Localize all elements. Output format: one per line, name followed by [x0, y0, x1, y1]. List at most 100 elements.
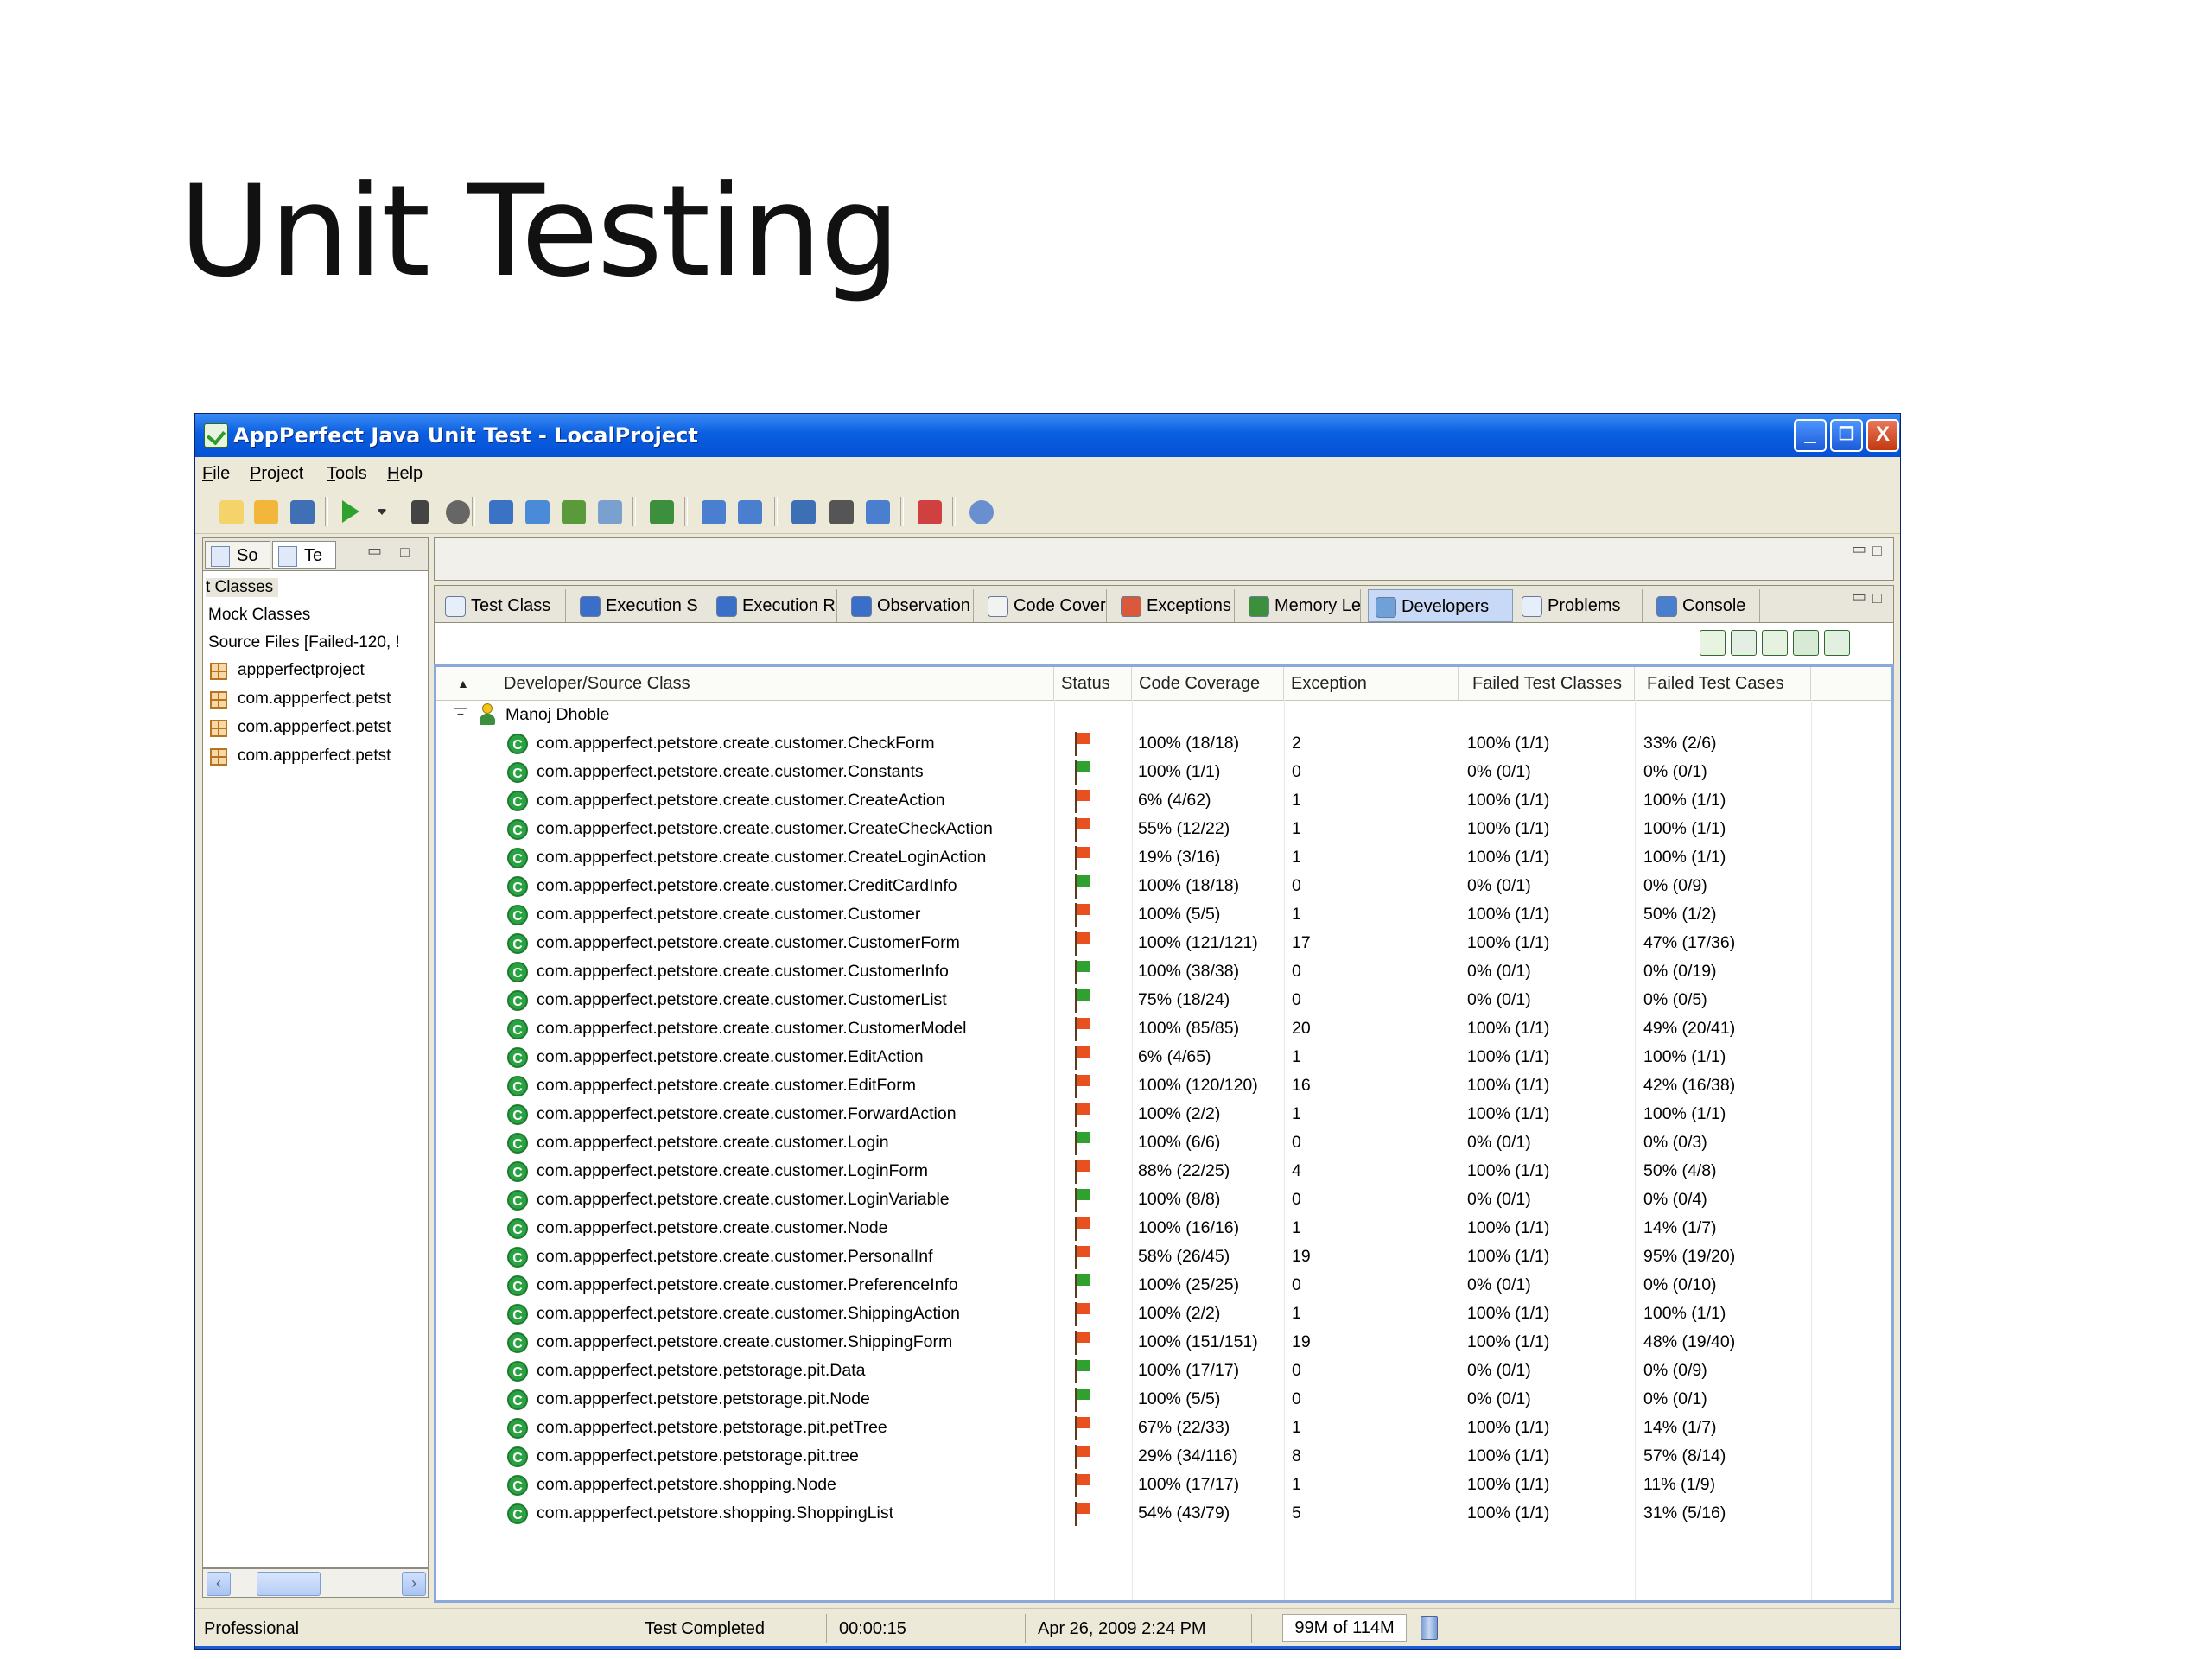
table-row[interactable]: Ccom.appperfect.petstore.create.customer…: [436, 843, 1891, 872]
table-row[interactable]: Ccom.appperfect.petstore.create.customer…: [436, 1128, 1891, 1157]
column-header-failed-test-cases[interactable]: Failed Test Cases: [1635, 667, 1811, 700]
table-row[interactable]: Ccom.appperfect.petstore.petstorage.pit.…: [436, 1385, 1891, 1414]
table-row[interactable]: Ccom.appperfect.petstore.petstorage.pit.…: [436, 1357, 1891, 1385]
run-icon[interactable]: [342, 500, 359, 523]
column-header-failed-test-classes[interactable]: Failed Test Classes: [1459, 667, 1635, 700]
window-icon[interactable]: [738, 500, 762, 524]
column-header-status[interactable]: Status: [1054, 667, 1132, 700]
table-row[interactable]: Ccom.appperfect.petstore.create.customer…: [436, 1014, 1891, 1043]
tree-item-source-files[interactable]: Source Files [Failed-120, !: [208, 633, 400, 652]
horizontal-scrollbar[interactable]: ‹ ›: [202, 1568, 429, 1598]
export-pdf-icon[interactable]: [1731, 630, 1757, 656]
maximize-view-icon[interactable]: □: [1872, 542, 1882, 560]
table-row[interactable]: Ccom.appperfect.petstore.create.customer…: [436, 900, 1891, 929]
table-row[interactable]: Ccom.appperfect.petstore.create.customer…: [436, 1243, 1891, 1271]
tab-console[interactable]: Console: [1649, 589, 1760, 622]
close-button[interactable]: X: [1866, 419, 1899, 452]
open-icon[interactable]: [254, 500, 278, 524]
scroll-thumb[interactable]: [257, 1572, 321, 1596]
column-header-developer[interactable]: ▲ Developer/Source Class: [436, 667, 1054, 700]
menu-file[interactable]: File: [202, 464, 230, 484]
class-icon: C: [507, 1475, 528, 1496]
monitor-icon[interactable]: [791, 500, 816, 524]
save-icon[interactable]: [290, 500, 315, 524]
stop-icon[interactable]: [411, 500, 429, 524]
compare-icon[interactable]: [598, 500, 622, 524]
tree-item-mock-classes[interactable]: Mock Classes: [208, 606, 310, 625]
table-row[interactable]: Ccom.appperfect.petstore.create.customer…: [436, 1300, 1891, 1328]
table-row[interactable]: Ccom.appperfect.petstore.create.customer…: [436, 1214, 1891, 1243]
scroll-right-icon[interactable]: ›: [402, 1572, 426, 1596]
table-row[interactable]: Ccom.appperfect.petstore.shopping.Node 10…: [436, 1471, 1891, 1499]
new-icon[interactable]: [219, 500, 244, 524]
bug-icon[interactable]: [830, 500, 854, 524]
garbage-collect-icon[interactable]: [1421, 1616, 1438, 1640]
report-icon[interactable]: [866, 500, 890, 524]
table-row[interactable]: Ccom.appperfect.petstore.create.customer…: [436, 957, 1891, 986]
table-row[interactable]: Ccom.appperfect.petstore.create.customer…: [436, 1328, 1891, 1357]
table-row[interactable]: Ccom.appperfect.petstore.create.customer…: [436, 1271, 1891, 1300]
help-icon[interactable]: [969, 500, 994, 524]
column-header-coverage[interactable]: Code Coverage: [1132, 667, 1284, 700]
tree-item-test-classes[interactable]: t Classes: [206, 578, 279, 597]
table-row[interactable]: Ccom.appperfect.petstore.create.customer…: [436, 786, 1891, 815]
maximize-view-icon[interactable]: □: [1872, 589, 1882, 607]
maximize-view-icon[interactable]: □: [400, 543, 410, 562]
report-icon[interactable]: [1700, 630, 1726, 656]
edit-icon[interactable]: [702, 500, 726, 524]
export-xml-icon[interactable]: [1824, 630, 1850, 656]
table-row[interactable]: Ccom.appperfect.petstore.create.customer…: [436, 815, 1891, 843]
table-row[interactable]: Ccom.appperfect.petstore.create.customer…: [436, 729, 1891, 758]
table-row[interactable]: Ccom.appperfect.petstore.create.customer…: [436, 1071, 1891, 1100]
tab-observation[interactable]: Observation: [844, 589, 974, 622]
developer-row[interactable]: − Manoj Dhoble: [436, 701, 1891, 729]
restore-button[interactable]: ❐: [1830, 419, 1863, 452]
menu-tools[interactable]: Tools: [327, 464, 367, 484]
table-row[interactable]: Ccom.appperfect.petstore.create.customer…: [436, 1185, 1891, 1214]
table-row[interactable]: Ccom.appperfect.petstore.create.customer…: [436, 1157, 1891, 1185]
tree-item-package[interactable]: com.appperfect.petst: [238, 747, 391, 766]
table-row[interactable]: Ccom.appperfect.petstore.shopping.Shoppi…: [436, 1499, 1891, 1528]
class-name: com.appperfect.petstore.create.customer.…: [537, 933, 960, 952]
generate-icon[interactable]: [525, 500, 550, 524]
tab-test[interactable]: Te: [272, 541, 336, 569]
tab-problems[interactable]: Problems: [1515, 589, 1643, 622]
export-chart-icon[interactable]: [1762, 630, 1788, 656]
title-bar[interactable]: AppPerfect Java Unit Test - LocalProject…: [195, 414, 1900, 457]
build-icon[interactable]: [562, 500, 586, 524]
minimize-button[interactable]: _: [1794, 419, 1827, 452]
tab-execution-r[interactable]: Execution R: [709, 589, 837, 622]
table-row[interactable]: Ccom.appperfect.petstore.create.customer…: [436, 929, 1891, 957]
minimize-view-icon[interactable]: ▭: [1852, 540, 1866, 558]
tree-item-package[interactable]: com.appperfect.petst: [238, 690, 391, 709]
refresh-icon[interactable]: [489, 500, 513, 524]
tab-code-cover[interactable]: Code Cover: [981, 589, 1107, 622]
table-row[interactable]: Ccom.appperfect.petstore.petstorage.pit.…: [436, 1442, 1891, 1471]
table-row[interactable]: Ccom.appperfect.petstore.create.customer…: [436, 986, 1891, 1014]
tree-item-package[interactable]: appperfectproject: [238, 661, 365, 680]
tab-execution-s[interactable]: Execution S: [573, 589, 702, 622]
tab-source[interactable]: So: [205, 541, 270, 569]
column-header-exception[interactable]: Exception: [1284, 667, 1459, 700]
table-row[interactable]: Ccom.appperfect.petstore.create.customer…: [436, 758, 1891, 786]
menu-help[interactable]: Help: [387, 464, 423, 484]
tab-exceptions[interactable]: Exceptions: [1114, 589, 1235, 622]
tab-developers[interactable]: Developers: [1368, 589, 1513, 622]
table-row[interactable]: Ccom.appperfect.petstore.create.customer…: [436, 1043, 1891, 1071]
tree-item-package[interactable]: com.appperfect.petst: [238, 718, 391, 737]
table-row[interactable]: Ccom.appperfect.petstore.create.customer…: [436, 1100, 1891, 1128]
export-excel-icon[interactable]: [1793, 630, 1819, 656]
tab-memory-lea[interactable]: Memory Lea: [1242, 589, 1361, 622]
table-row[interactable]: Ccom.appperfect.petstore.create.customer…: [436, 872, 1891, 900]
scroll-left-icon[interactable]: ‹: [207, 1572, 231, 1596]
collapse-icon[interactable]: −: [454, 708, 467, 721]
tab-test-class[interactable]: Test Class: [438, 589, 566, 622]
minimize-view-icon[interactable]: ▭: [367, 542, 382, 560]
menu-project[interactable]: Project: [250, 464, 303, 484]
table-row[interactable]: Ccom.appperfect.petstore.petstorage.pit.…: [436, 1414, 1891, 1442]
minimize-view-icon[interactable]: ▭: [1852, 588, 1866, 606]
users-icon[interactable]: [650, 500, 674, 524]
checklist-icon[interactable]: [918, 500, 942, 524]
record-icon[interactable]: [446, 500, 470, 524]
dropdown-icon[interactable]: [377, 509, 387, 515]
